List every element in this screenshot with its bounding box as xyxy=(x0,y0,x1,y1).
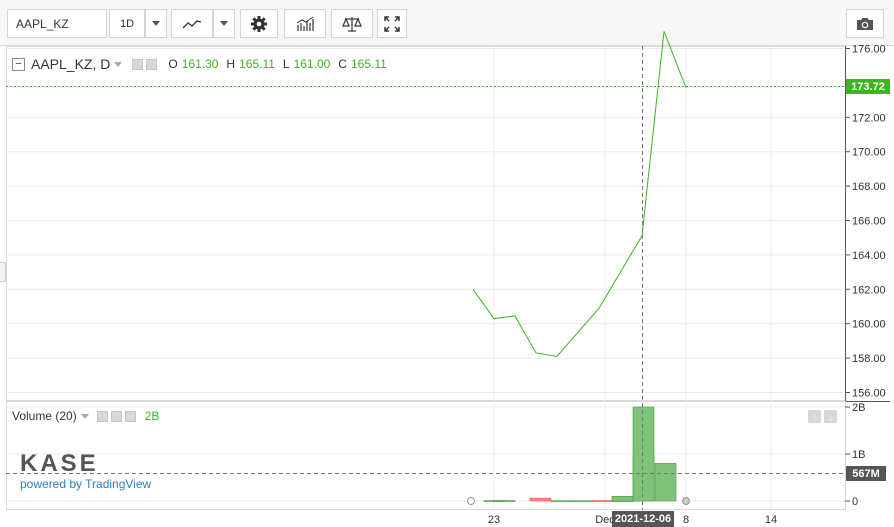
price-tick-label: 162.00 xyxy=(852,284,886,296)
volume-bar xyxy=(654,463,677,502)
volume-bar xyxy=(592,500,615,502)
high-label: H xyxy=(226,57,236,71)
move-up-icon[interactable]: ↑ xyxy=(808,410,821,423)
powered-by-link[interactable]: powered by TradingView xyxy=(20,477,151,491)
volume-title: Volume (20) xyxy=(12,409,77,423)
volume-legend: Volume (20) 2B xyxy=(12,409,159,423)
chevron-down-icon[interactable] xyxy=(114,61,123,67)
pane-buttons: ↑ ↓ xyxy=(808,410,840,423)
price-tick-label: 158.00 xyxy=(852,353,886,365)
price-tick-label: 166.00 xyxy=(852,216,886,228)
settings-icon[interactable] xyxy=(146,58,158,70)
volume-tick-label: 1B xyxy=(852,449,865,461)
visibility-icon[interactable] xyxy=(132,58,144,70)
chart-canvas[interactable]: 176.00 172.00 170.00 168.00 166.00 164.00 162.… xyxy=(0,0,894,527)
volume-bar xyxy=(493,500,516,502)
last-price-tag: 173.72 xyxy=(846,79,890,94)
kase-logo[interactable]: KASE powered by TradingView xyxy=(20,450,151,492)
visibility-icon[interactable] xyxy=(96,410,108,422)
crosshair-date-tag: 2021-12-06 xyxy=(612,511,674,527)
main-legend: − AAPL_KZ, D O 161.30 H 165.11 L 161.00 C 16… xyxy=(12,56,387,72)
price-tick-label: 176.00 xyxy=(852,44,886,56)
volume-bar xyxy=(611,495,634,502)
move-down-icon[interactable]: ↓ xyxy=(824,410,837,423)
scroll-handle-right[interactable] xyxy=(682,497,690,505)
time-tick-label: 14 xyxy=(765,514,777,526)
low-label: L xyxy=(282,57,290,71)
price-pane-border xyxy=(6,46,846,401)
volume-value: 2B xyxy=(144,409,160,423)
kase-wordmark: KASE xyxy=(20,450,99,477)
volume-bar xyxy=(529,497,552,502)
price-tick-label: 172.00 xyxy=(852,112,886,124)
grid xyxy=(7,48,850,502)
close-icon[interactable] xyxy=(124,410,136,422)
open-value: 161.30 xyxy=(181,57,219,71)
time-tick-label: 23 xyxy=(488,514,500,526)
last-volume-tag: 567M xyxy=(846,466,886,481)
volume-bar xyxy=(632,406,655,502)
settings-icon[interactable] xyxy=(110,410,122,422)
scroll-handle-left[interactable] xyxy=(467,497,475,505)
high-value: 165.11 xyxy=(239,57,275,71)
side-resize-handle[interactable] xyxy=(0,262,6,282)
price-tick-label: 168.00 xyxy=(852,181,886,193)
vertical-grid xyxy=(493,46,772,509)
volume-tick-label: 0 xyxy=(852,496,858,508)
price-tick-label: 160.00 xyxy=(852,319,886,331)
collapse-icon[interactable]: − xyxy=(12,57,25,71)
volume-bar xyxy=(571,500,594,503)
chevron-down-icon[interactable] xyxy=(80,413,89,419)
price-line xyxy=(472,31,687,357)
price-tick-label: 164.00 xyxy=(852,250,886,262)
price-tick-label: 156.00 xyxy=(852,388,886,400)
volume-axis-labels: 2B 1B 0 xyxy=(852,402,865,508)
open-label: O xyxy=(168,57,178,71)
time-tick-label: 8 xyxy=(683,514,689,526)
low-value: 161.00 xyxy=(293,57,331,71)
close-value: 165.11 xyxy=(350,57,387,71)
volume-bar xyxy=(550,500,573,503)
price-axis-labels: 176.00 172.00 170.00 168.00 166.00 164.00 162.… xyxy=(852,44,886,400)
close-label: C xyxy=(338,57,347,71)
price-tick-label: 170.00 xyxy=(852,147,886,159)
volume-tick-label: 2B xyxy=(852,402,865,414)
legend-title: AAPL_KZ, D xyxy=(31,56,111,72)
price-series xyxy=(472,31,687,357)
